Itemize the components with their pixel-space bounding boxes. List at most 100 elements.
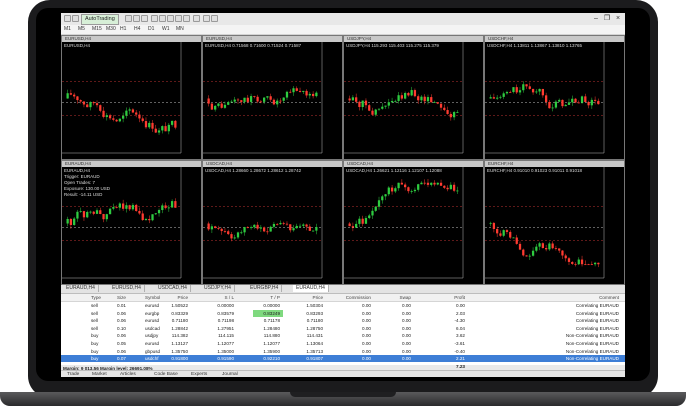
candle-body: [76, 211, 79, 219]
column-header[interactable]: Swap: [400, 294, 412, 301]
indicators-icon[interactable]: [193, 15, 200, 22]
zoom-in-icon[interactable]: [151, 15, 158, 22]
chart-window[interactable]: EURAUD,H4 EURAUD,H4 Trigger: EURAUD Open Tr…: [61, 160, 202, 285]
timeframe-button[interactable]: D1: [148, 26, 154, 33]
timeframe-button[interactable]: H1: [120, 26, 126, 33]
candle-body: [364, 100, 368, 106]
timeframe-button[interactable]: W1: [162, 26, 170, 33]
candle-body: [394, 100, 397, 102]
chart-window[interactable]: EURCHF,H4 EURCHF,H4 0.91010 0.91023 0.910…: [484, 160, 625, 285]
candlestick-chart: [344, 42, 464, 154]
candle-body: [528, 86, 531, 89]
chart-tab[interactable]: USDJPY,H4: [201, 285, 235, 292]
terminal-tab[interactable]: Trade: [67, 371, 79, 377]
candle-body: [276, 223, 279, 225]
laptop-notch: [290, 392, 396, 397]
candle-body: [108, 208, 112, 215]
chart-window[interactable]: USDCAD,H4 USDCAD,H4 1.28660 1.28672 1.286…: [202, 160, 343, 285]
minimize-icon[interactable]: –: [591, 14, 601, 23]
column-header[interactable]: Comment: [599, 294, 619, 301]
timeframe-button[interactable]: M15: [92, 26, 102, 33]
chart-window[interactable]: USDJPY,H4 USDJPY,H4 115.293 115.403 115.2…: [343, 35, 484, 160]
order-row[interactable]: sell 0.01 eurusd 1.50522 0.00000 0.00000 1.503…: [61, 302, 625, 309]
candle-body: [92, 211, 95, 214]
candle-body: [285, 91, 289, 98]
order-cell: 0.05: [117, 341, 126, 346]
candle-body: [151, 214, 154, 221]
candle-body: [397, 95, 400, 101]
column-header[interactable]: T / P: [270, 294, 280, 301]
restore-icon[interactable]: ❐: [602, 14, 612, 23]
candle-body: [452, 112, 456, 118]
column-header[interactable]: Profit: [454, 294, 465, 301]
chart-tab[interactable]: EURGBP,H4: [247, 285, 283, 292]
timeframe-button[interactable]: MN: [176, 26, 184, 33]
timeframe-button[interactable]: M1: [64, 26, 71, 33]
chart-tab[interactable]: EURAUD,H4: [293, 285, 329, 292]
chart-window[interactable]: EURUSD,H4 EURUSD,H4: [61, 35, 202, 160]
order-cell: 1.35900: [263, 348, 280, 354]
candle-body: [82, 101, 86, 105]
zoom-out-icon[interactable]: [159, 15, 166, 22]
candle-body: [489, 97, 492, 99]
autotrading-button[interactable]: AutoTrading: [81, 14, 119, 25]
autoscroll-icon[interactable]: [175, 15, 182, 22]
column-header[interactable]: Symbol: [145, 294, 160, 301]
order-cell: 0.00: [362, 310, 371, 316]
chart-window[interactable]: USDCAD,H4 USDCAD,H4 1.26621 1.12116 1.121…: [343, 160, 484, 285]
candle-body: [361, 100, 364, 108]
candle-body: [95, 210, 99, 214]
column-header[interactable]: Price: [313, 294, 323, 301]
terminal-tab[interactable]: Journal: [222, 371, 238, 377]
order-cell: 114.431: [306, 333, 323, 339]
column-header[interactable]: Commission: [346, 294, 371, 301]
order-cell: Non-Correlating EURAUD: [565, 341, 619, 346]
bar-chart-icon[interactable]: [125, 15, 132, 22]
periods-icon[interactable]: [203, 15, 210, 22]
timeframe-button[interactable]: H4: [134, 26, 140, 33]
order-row[interactable]: buy 0.06 usdjpy 114.382 114.115 114.880 114.43…: [61, 332, 625, 339]
order-cell: buy: [91, 333, 99, 339]
column-header[interactable]: Size: [117, 294, 126, 301]
terminal-tab[interactable]: Code Base: [154, 371, 178, 377]
candle-body: [236, 232, 240, 238]
terminal-tab[interactable]: Experts: [191, 371, 207, 377]
order-row[interactable]: buy 0.07 usdchf 0.91800 0.91590 0.92210 0.9180…: [61, 355, 625, 363]
candlestick-chart: [62, 42, 182, 154]
column-header[interactable]: S / L: [225, 294, 234, 301]
chart-window[interactable]: EURUSD,H4 EURUSD,H4 0.71568 0.71600 0.715…: [202, 35, 343, 160]
candle-body: [541, 88, 544, 96]
candle-body: [233, 99, 236, 102]
order-row[interactable]: sell 0.06 eurgbp 0.83329 0.83579 0.83249 0.832…: [61, 309, 625, 317]
candle-body: [505, 230, 509, 232]
line-chart-icon[interactable]: [141, 15, 148, 22]
candlestick-chart: [344, 167, 464, 279]
order-cell: 3.62: [456, 333, 465, 339]
terminal-tab[interactable]: Market: [92, 371, 107, 377]
new-order-icon[interactable]: [64, 15, 71, 22]
close-icon[interactable]: ×: [613, 14, 623, 23]
candlestick-icon[interactable]: [133, 15, 140, 22]
order-row[interactable]: buy 0.06 gbpusd 1.35750 1.35000 1.35900 1.3571…: [61, 348, 625, 355]
order-cell: 0.00: [362, 333, 371, 339]
timeframe-button[interactable]: M5: [78, 26, 85, 33]
templates-icon[interactable]: [211, 15, 218, 22]
candle-body: [86, 211, 89, 218]
chart-tab[interactable]: EURUSD,H4: [109, 285, 145, 292]
chart-tab[interactable]: EURAUD,H4: [63, 285, 99, 292]
tile-windows-icon[interactable]: [167, 15, 174, 22]
candle-body: [128, 109, 131, 111]
chart-tab[interactable]: USDCAD,H4: [155, 285, 191, 292]
chart-shift-icon[interactable]: [183, 15, 190, 22]
market-watch-icon[interactable]: [72, 15, 79, 22]
order-row[interactable]: buy 0.05 eurusd 1.13127 1.12077 1.12077 1.1306…: [61, 340, 625, 347]
terminal-tab[interactable]: Articles: [120, 371, 136, 377]
timeframe-button[interactable]: M30: [106, 26, 116, 33]
column-header[interactable]: Price: [178, 294, 188, 301]
column-header[interactable]: Type: [91, 294, 101, 301]
order-row[interactable]: sell 0.10 usdcad 1.28842 1.27951 1.28480 1.287…: [61, 325, 625, 332]
candle-body: [112, 118, 115, 120]
chart-symbol-label: USDCHF,H4 1.13811 1.13867 1.13810 1.1376…: [487, 43, 582, 48]
chart-window[interactable]: USDCHF,H4 USDCHF,H4 1.13811 1.13867 1.138…: [484, 35, 625, 160]
order-row[interactable]: sell 0.06 eurusd 0.71180 0.71198 0.71178 0.711…: [61, 317, 625, 324]
